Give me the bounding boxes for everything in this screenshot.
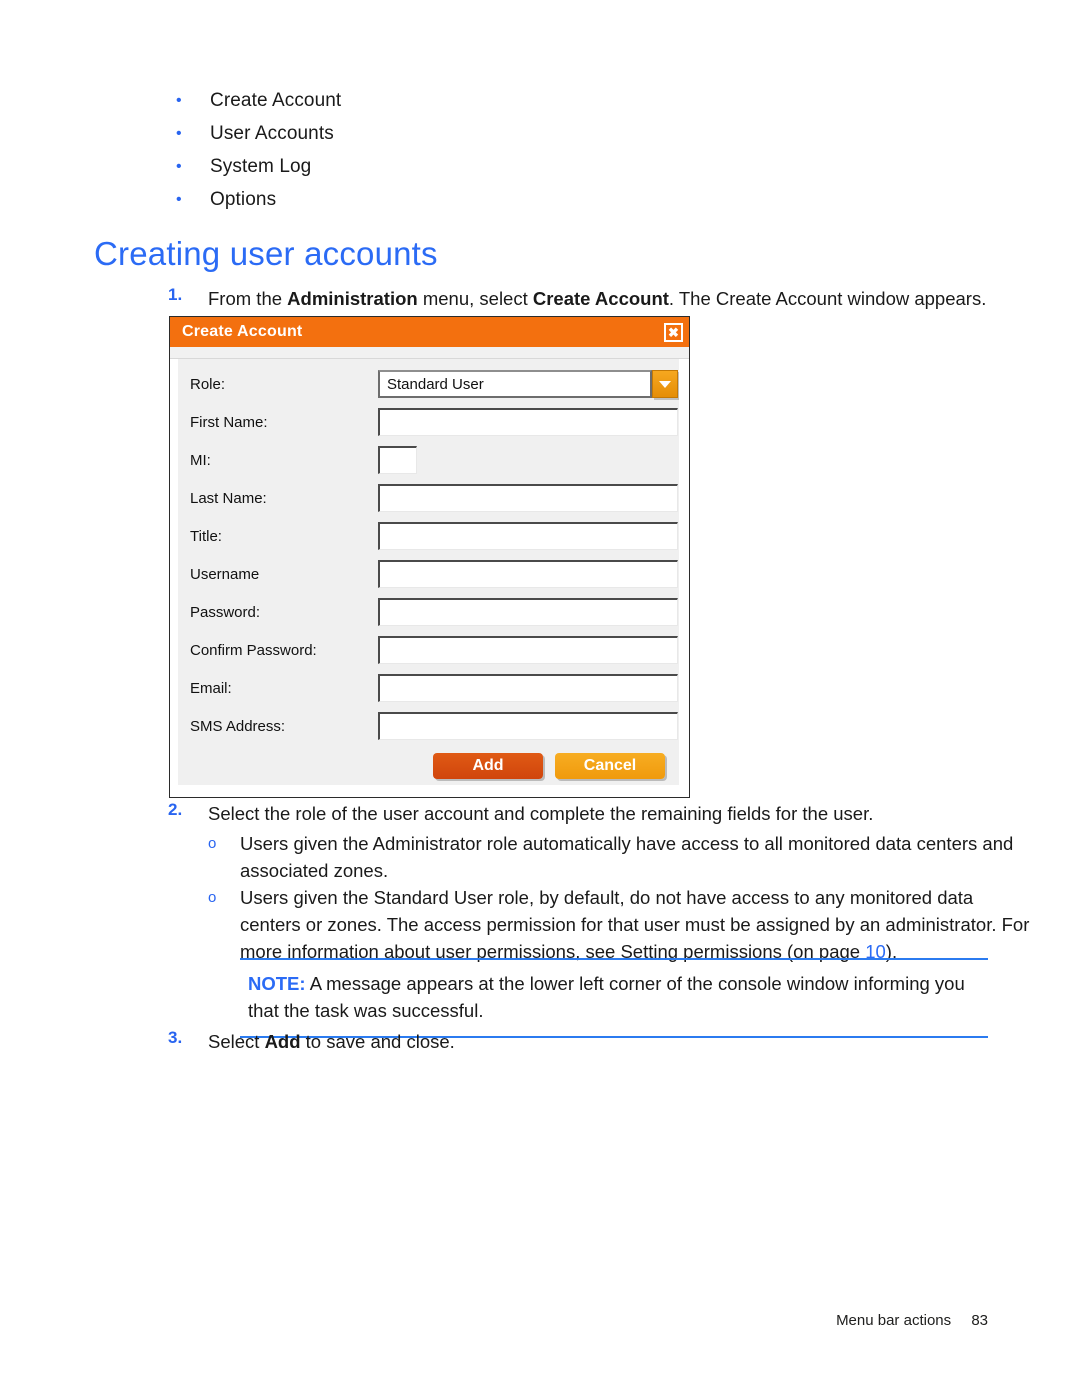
page-title: Creating user accounts — [94, 235, 438, 272]
step-number: 2. — [168, 800, 183, 819]
form-row-mi: MI: — [178, 441, 679, 479]
title-input[interactable] — [378, 522, 678, 550]
dialog-button-row: Add Cancel — [178, 745, 679, 785]
sms-address-input[interactable] — [378, 712, 678, 740]
sub-list-item-text: Users given the Administrator role autom… — [240, 833, 1014, 881]
form-row-title: Title: — [178, 517, 679, 555]
list-item-label: User Accounts — [210, 123, 334, 144]
list-item: • Options — [176, 183, 876, 216]
field-label-confirm-password: Confirm Password: — [190, 641, 317, 659]
last-name-input[interactable] — [378, 484, 678, 512]
list-item: • User Accounts — [176, 117, 876, 150]
step1-bold-create-account: Create Account — [532, 288, 669, 309]
confirm-password-input[interactable] — [378, 636, 678, 664]
field-label-email: Email: — [190, 679, 232, 697]
step-text: Select Add to save and close. — [208, 1028, 455, 1055]
step1-text-after: . The Create Account window appears. — [668, 288, 987, 309]
sub-b-text-before: Users given the Standard User role, by d… — [240, 887, 1030, 962]
feature-bullet-list: • Create Account • User Accounts • Syste… — [176, 84, 876, 216]
list-item: • System Log — [176, 150, 876, 183]
bullet-dot-icon: • — [176, 92, 182, 109]
step-text: Select the role of the user account and … — [208, 803, 874, 824]
step3-text-after: to save and close. — [300, 1031, 455, 1052]
note-label: NOTE: — [248, 973, 306, 994]
dialog-title: Create Account — [182, 323, 303, 340]
cancel-button[interactable]: Cancel — [555, 753, 665, 779]
bullet-dot-icon: • — [176, 158, 182, 175]
step3-text-before: Select — [208, 1031, 265, 1052]
step1-bold-administration: Administration — [287, 288, 418, 309]
form-row-confirm-password: Confirm Password: — [178, 631, 679, 669]
dialog-titlebar[interactable]: Create Account ✖ — [170, 317, 689, 347]
chevron-down-icon[interactable] — [652, 370, 678, 398]
bullet-dot-icon: • — [176, 191, 182, 208]
step-number: 3. — [168, 1028, 183, 1047]
list-item-label: System Log — [210, 156, 312, 177]
field-label-sms-address: SMS Address: — [190, 717, 286, 735]
field-label-title: Title: — [190, 527, 222, 545]
field-label-role: Role: — [190, 375, 226, 393]
step-1: 1. From the Administration menu, select … — [168, 285, 988, 312]
note-body: NOTE: A message appears at the lower lef… — [240, 960, 988, 1036]
page-footer: Menu bar actions 83 — [0, 1312, 988, 1329]
circle-bullet-icon: o — [208, 889, 217, 906]
first-name-input[interactable] — [378, 408, 678, 436]
note-text: A message appears at the lower left corn… — [248, 973, 965, 1021]
sub-list-item-administrator: o Users given the Administrator role aut… — [208, 830, 1038, 884]
field-label-password: Password: — [190, 603, 261, 621]
step-number: 1. — [168, 285, 183, 304]
username-input[interactable] — [378, 560, 678, 588]
chevron-down-glyph — [659, 380, 671, 388]
field-label-username: Username — [190, 565, 260, 583]
footer-page-number: 83 — [971, 1312, 988, 1329]
step-2: 2. Select the role of the user account a… — [168, 800, 998, 827]
close-icon[interactable]: ✖ — [664, 322, 683, 342]
step3-bold-add: Add — [264, 1031, 301, 1052]
footer-section-label: Menu bar actions — [836, 1312, 952, 1329]
dialog-form: Role: Standard User First Name: MI: Last… — [170, 359, 689, 797]
list-item-label: Options — [210, 189, 277, 210]
create-account-dialog[interactable]: Create Account ✖ Role: Standard User Fir… — [169, 316, 690, 798]
form-row-sms-address: SMS Address: — [178, 707, 679, 745]
step-3: 3. Select Add to save and close. — [168, 1028, 988, 1055]
form-row-first-name: First Name: — [178, 403, 679, 441]
add-button[interactable]: Add — [433, 753, 543, 779]
field-label-mi: MI: — [190, 451, 211, 469]
email-input[interactable] — [378, 674, 678, 702]
list-item: • Create Account — [176, 84, 876, 117]
field-label-last-name: Last Name: — [190, 489, 267, 507]
bullet-dot-icon: • — [176, 125, 182, 142]
step1-text-before: From the — [208, 288, 288, 309]
sub-list-item-text: Users given the Standard User role, by d… — [240, 884, 1038, 965]
role-select[interactable]: Standard User — [378, 370, 678, 398]
role-select-value[interactable]: Standard User — [378, 370, 652, 398]
form-row-username: Username — [178, 555, 679, 593]
step1-text-mid: menu, select — [417, 288, 533, 309]
form-row-last-name: Last Name: — [178, 479, 679, 517]
form-row-email: Email: — [178, 669, 679, 707]
password-input[interactable] — [378, 598, 678, 626]
form-row-role: Role: Standard User — [178, 365, 679, 403]
mi-input[interactable] — [378, 446, 417, 474]
dialog-subbar — [170, 347, 689, 359]
circle-bullet-icon: o — [208, 835, 217, 852]
form-row-password: Password: — [178, 593, 679, 631]
sub-list-item-standard-user: o Users given the Standard User role, by… — [208, 884, 1038, 965]
note-callout: NOTE: A message appears at the lower lef… — [240, 958, 988, 1038]
field-label-first-name: First Name: — [190, 413, 268, 431]
step-text: From the Administration menu, select Cre… — [208, 285, 986, 312]
list-item-label: Create Account — [210, 90, 342, 111]
